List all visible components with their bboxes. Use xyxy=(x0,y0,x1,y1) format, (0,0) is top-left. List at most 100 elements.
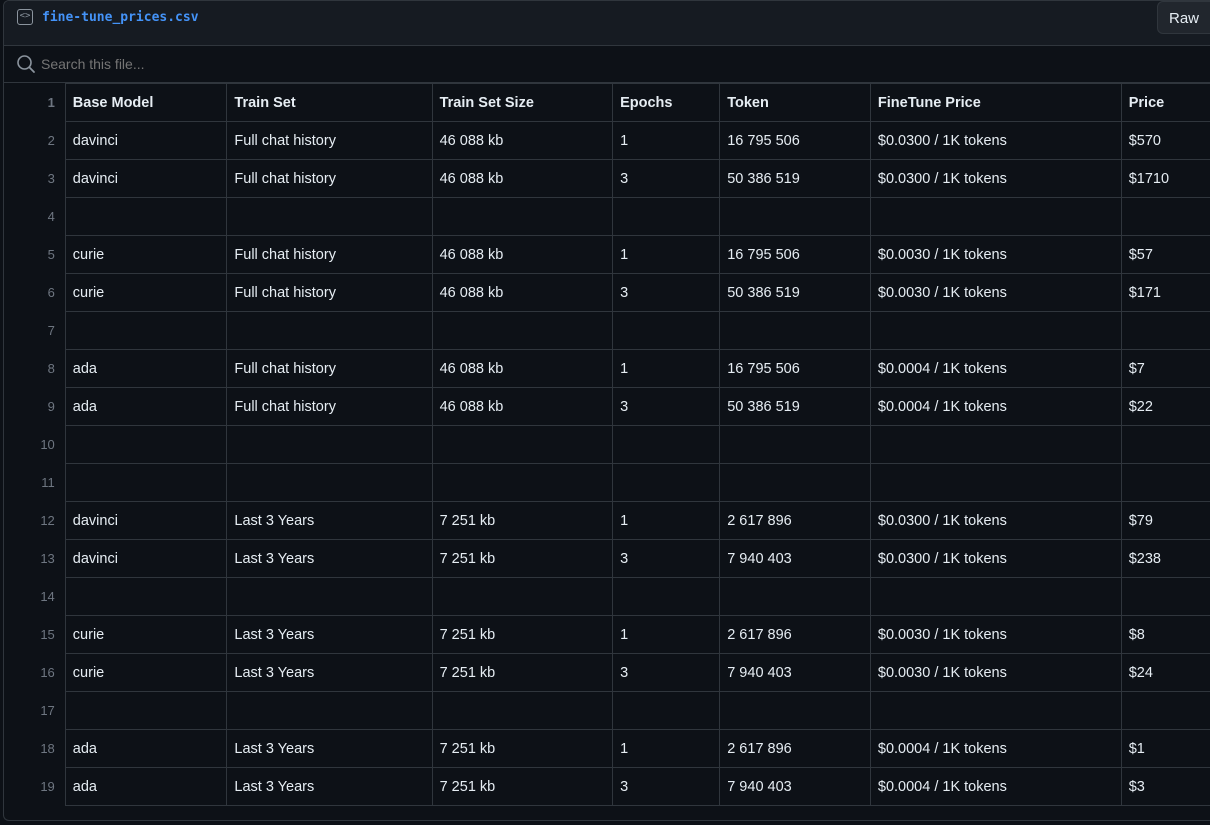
table-row: 14 xyxy=(4,577,1210,616)
table-cell: 46 088 kb xyxy=(432,159,614,198)
table-cell xyxy=(432,691,614,730)
file-viewer: <> fine-tune_prices.csv Raw 1Base ModelT… xyxy=(3,0,1210,821)
table-cell: 16 795 506 xyxy=(719,121,871,160)
table-row: 16 curie Last 3 Years 7 251 kb 3 7 940 403 $0.… xyxy=(4,653,1210,692)
table-cell: ada xyxy=(65,349,228,388)
table-cell: 7 940 403 xyxy=(719,653,871,692)
table-cell: 1 xyxy=(612,615,721,654)
table-cell: 3 xyxy=(612,159,721,198)
table-cell: ada xyxy=(65,767,228,806)
table-cell xyxy=(432,197,614,236)
file-name[interactable]: fine-tune_prices.csv xyxy=(42,10,199,25)
table-cell: 16 795 506 xyxy=(719,235,871,274)
line-number[interactable]: 15 xyxy=(4,615,66,654)
table-cell: $238 xyxy=(1121,539,1210,578)
table-cell: 1 xyxy=(612,121,721,160)
table-cell: $0.0300 / 1K tokens xyxy=(870,159,1122,198)
table-cell xyxy=(612,311,721,350)
table-cell: ada xyxy=(65,387,228,426)
table-cell: $570 xyxy=(1121,121,1210,160)
table-cell: $7 xyxy=(1121,349,1210,388)
column-header: Token xyxy=(719,83,871,122)
table-cell xyxy=(719,463,871,502)
line-number[interactable]: 5 xyxy=(4,235,66,274)
column-header: Train Set xyxy=(226,83,433,122)
line-number[interactable]: 11 xyxy=(4,463,66,502)
code-file-icon: <> xyxy=(17,9,33,25)
line-number[interactable]: 3 xyxy=(4,159,66,198)
table-cell: 3 xyxy=(612,387,721,426)
line-number[interactable]: 13 xyxy=(4,539,66,578)
line-number[interactable]: 12 xyxy=(4,501,66,540)
table-cell: Last 3 Years xyxy=(226,729,433,768)
table-cell xyxy=(870,463,1122,502)
table-cell: Full chat history xyxy=(226,349,433,388)
table-row: 8 ada Full chat history 46 088 kb 1 16 795 50… xyxy=(4,349,1210,388)
line-number[interactable]: 18 xyxy=(4,729,66,768)
table-row: 18 ada Last 3 Years 7 251 kb 1 2 617 896 $0.00… xyxy=(4,729,1210,768)
table-cell xyxy=(226,463,433,502)
line-number[interactable]: 8 xyxy=(4,349,66,388)
table-cell: 2 617 896 xyxy=(719,501,871,540)
line-number[interactable]: 16 xyxy=(4,653,66,692)
table-cell: Last 3 Years xyxy=(226,653,433,692)
table-cell: 7 251 kb xyxy=(432,615,614,654)
table-cell xyxy=(1121,197,1210,236)
table-cell xyxy=(612,691,721,730)
table-cell: 16 795 506 xyxy=(719,349,871,388)
table-cell: 7 251 kb xyxy=(432,539,614,578)
table-cell: 1 xyxy=(612,729,721,768)
table-cell: Full chat history xyxy=(226,121,433,160)
table-cell: $3 xyxy=(1121,767,1210,806)
line-number[interactable]: 9 xyxy=(4,387,66,426)
line-number[interactable]: 14 xyxy=(4,577,66,616)
table-row: 15 curie Last 3 Years 7 251 kb 1 2 617 896 $0.… xyxy=(4,615,1210,654)
file-header: <> fine-tune_prices.csv Raw xyxy=(4,1,1210,46)
table-cell xyxy=(612,197,721,236)
table-row: 11 xyxy=(4,463,1210,502)
line-number[interactable]: 6 xyxy=(4,273,66,312)
table-cell: ada xyxy=(65,729,228,768)
table-cell: Full chat history xyxy=(226,273,433,312)
table-cell: $24 xyxy=(1121,653,1210,692)
raw-button[interactable]: Raw xyxy=(1157,1,1210,34)
search-icon xyxy=(17,55,35,73)
table-cell: 1 xyxy=(612,235,721,274)
table-cell xyxy=(612,577,721,616)
line-number[interactable]: 1 xyxy=(4,83,66,122)
table-cell xyxy=(1121,463,1210,502)
table-cell: $0.0004 / 1K tokens xyxy=(870,767,1122,806)
table-cell xyxy=(65,425,228,464)
line-number[interactable]: 7 xyxy=(4,311,66,350)
table-cell xyxy=(65,691,228,730)
line-number[interactable]: 4 xyxy=(4,197,66,236)
table-cell: davinci xyxy=(65,159,228,198)
table-cell: 7 251 kb xyxy=(432,729,614,768)
table-cell xyxy=(432,425,614,464)
table-row: 6 curie Full chat history 46 088 kb 3 50 386 … xyxy=(4,273,1210,312)
line-number[interactable]: 2 xyxy=(4,121,66,160)
table-cell: $0.0004 / 1K tokens xyxy=(870,729,1122,768)
table-cell xyxy=(870,425,1122,464)
search-input[interactable] xyxy=(41,54,641,74)
table-cell xyxy=(870,311,1122,350)
table-cell: $79 xyxy=(1121,501,1210,540)
table-row: 19 ada Last 3 Years 7 251 kb 3 7 940 403 $0.00… xyxy=(4,767,1210,806)
table-cell: curie xyxy=(65,273,228,312)
table-header-row: 1 Base Model Train Set Train Set Size Epochs… xyxy=(4,83,1210,122)
table-cell: 1 xyxy=(612,501,721,540)
column-header: Base Model xyxy=(65,83,228,122)
line-number[interactable]: 17 xyxy=(4,691,66,730)
table-cell: curie xyxy=(65,235,228,274)
column-header: Train Set Size xyxy=(432,83,614,122)
table-cell xyxy=(719,425,871,464)
table-cell xyxy=(1121,691,1210,730)
table-cell: $171 xyxy=(1121,273,1210,312)
table-cell: $22 xyxy=(1121,387,1210,426)
table-cell xyxy=(226,691,433,730)
line-number[interactable]: 19 xyxy=(4,767,66,806)
table-row: 12 davinci Last 3 Years 7 251 kb 1 2 617 896 $… xyxy=(4,501,1210,540)
search-bar xyxy=(4,46,1210,83)
table-cell: 46 088 kb xyxy=(432,349,614,388)
line-number[interactable]: 10 xyxy=(4,425,66,464)
